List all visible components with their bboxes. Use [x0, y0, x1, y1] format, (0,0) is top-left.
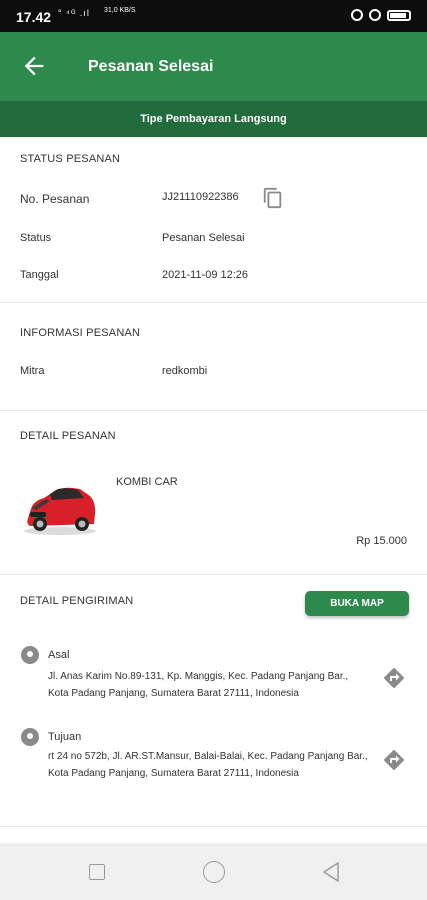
status-section-title: STATUS PESANAN — [20, 153, 121, 165]
destination-label: Tujuan — [48, 731, 82, 743]
copy-icon[interactable] — [262, 186, 284, 210]
status-value: Pesanan Selesai — [162, 232, 245, 244]
back-nav-icon[interactable] — [321, 861, 341, 883]
date-label: Tanggal — [20, 269, 59, 281]
detail-section-title: DETAIL PESANAN — [20, 430, 116, 442]
divider — [0, 826, 427, 827]
status-icons — [351, 9, 411, 21]
status-time: 17.42 — [16, 9, 52, 25]
network-speed: 31,0 KB/S — [104, 7, 136, 14]
product-price: Rp 15.000 — [356, 535, 407, 547]
info-section-title: INFORMASI PESANAN — [20, 327, 141, 339]
directions-icon[interactable] — [382, 748, 406, 772]
directions-icon[interactable] — [382, 666, 406, 690]
product-name: KOMBI CAR — [116, 476, 178, 488]
location-pin-icon — [21, 728, 39, 746]
divider — [0, 302, 427, 303]
battery-icon — [387, 9, 411, 21]
page-title: Pesanan Selesai — [88, 58, 214, 75]
home-icon[interactable] — [203, 861, 225, 883]
app-bar: Pesanan Selesai — [0, 32, 427, 101]
alarm-icon — [351, 9, 363, 21]
destination-address: rt 24 no 572b, Jl. AR.ST.Mansur, Balai-B… — [48, 751, 368, 779]
order-number-label: No. Pesanan — [20, 192, 90, 206]
divider — [0, 410, 427, 411]
order-number-value: JJ21110922386 — [162, 191, 239, 203]
origin-label: Asal — [48, 649, 70, 661]
car-image — [24, 487, 96, 535]
partner-label: Mitra — [20, 365, 45, 377]
recent-apps-icon[interactable] — [89, 864, 105, 880]
signal-indicators: ° ⁴ᴳ .ıl — [58, 8, 90, 18]
partner-value: redkombi — [162, 365, 208, 377]
divider — [0, 574, 427, 575]
shipping-section-title: DETAIL PENGIRIMAN — [20, 595, 134, 607]
arrow-left-icon[interactable] — [20, 52, 48, 80]
status-bar: 17.42 ° ⁴ᴳ .ıl 31,0 KB/S — [0, 0, 427, 32]
status-label: Status — [20, 232, 52, 244]
location-icon — [369, 9, 381, 21]
origin-address: Jl. Anas Karim No.89-131, Kp. Manggis, K… — [48, 671, 349, 699]
date-value: 2021-11-09 12:26 — [162, 269, 249, 281]
location-pin-icon — [21, 646, 39, 664]
open-map-button[interactable]: BUKA MAP — [305, 591, 409, 616]
payment-type-bar: Tipe Pembayaran Langsung — [0, 101, 427, 137]
